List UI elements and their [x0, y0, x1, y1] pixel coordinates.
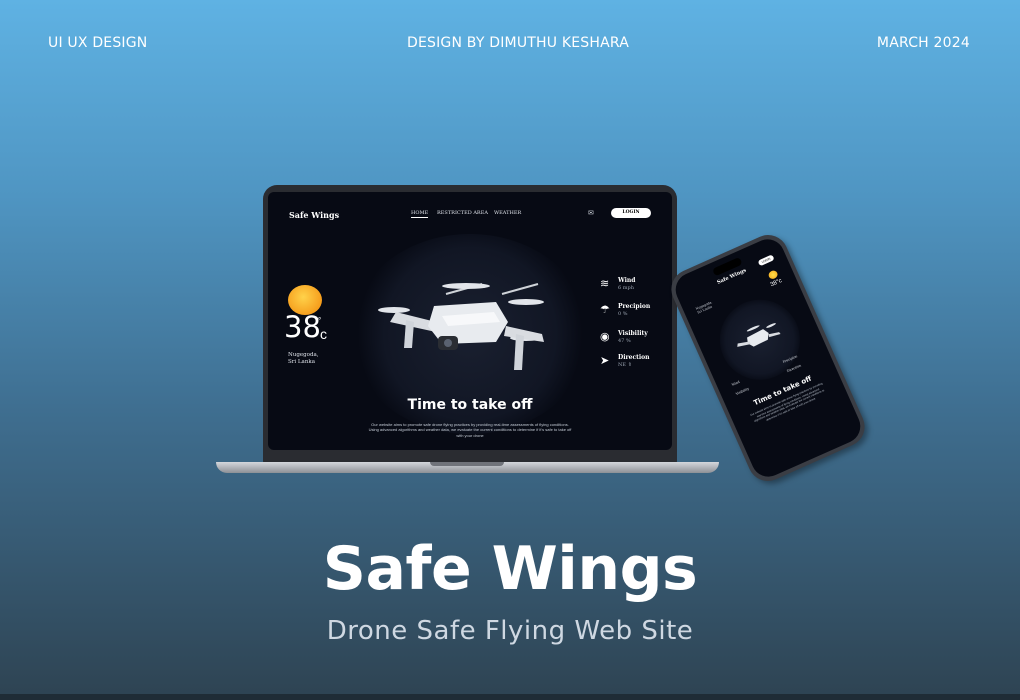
laptop-notch: [430, 462, 504, 466]
eye-icon: ◉: [600, 331, 610, 343]
nav-weather[interactable]: WEATHER: [494, 210, 521, 216]
stat-name: Precipion: [618, 303, 651, 310]
stat-name: Direction: [618, 354, 650, 361]
location-label: Nugegoda, Sri Lanka: [288, 352, 348, 366]
hero-description: Our website aims to promote safe drone f…: [368, 422, 572, 438]
login-button[interactable]: LOGIN: [611, 208, 651, 218]
location-city: Nugegoda,: [288, 352, 319, 358]
umbrella-icon: ☂: [600, 304, 610, 316]
stat-value: 47 %: [618, 338, 631, 344]
phone-temperature: 38°c: [769, 277, 784, 289]
drone-image: [378, 283, 544, 370]
location-country: Sri Lanka: [288, 359, 315, 365]
temperature-degree: °: [318, 316, 322, 325]
nav-home[interactable]: HOME: [411, 210, 429, 218]
laptop-screen: Safe Wings HOME RESTRICTED AREA WEATHER …: [268, 192, 672, 450]
stat-value: 0 %: [618, 311, 628, 317]
header-date: MARCH 2024: [876, 35, 970, 51]
nav-restricted-area[interactable]: RESTRICTED AREA: [437, 210, 488, 216]
phone-mockup: Safe Wings LOGIN Nugegoda, Sri Lanka 38°…: [664, 228, 872, 488]
mail-icon[interactable]: ✉: [588, 209, 594, 217]
bottom-bar: [0, 694, 1020, 700]
wind-icon: ≋: [600, 278, 610, 290]
temperature-unit: c: [320, 326, 327, 342]
hero-headline: Time to take off: [407, 397, 533, 413]
compass-icon: ➤: [600, 355, 610, 367]
stat-name: Wind: [618, 277, 636, 284]
project-subtitle: Drone Safe Flying Web Site: [326, 616, 694, 646]
project-title: Safe Wings: [322, 534, 698, 604]
stat-value: 6 mph: [618, 285, 634, 291]
header-designer-credit: DESIGN BY DIMUTHU KESHARA: [406, 35, 630, 51]
stat-name: Visibility: [618, 330, 648, 337]
site-brand[interactable]: Safe Wings: [289, 210, 339, 220]
phone-location: Nugegoda, Sri Lanka: [695, 291, 735, 315]
temperature-value: 38: [284, 310, 321, 344]
stat-value: NE ⇑: [618, 362, 632, 368]
